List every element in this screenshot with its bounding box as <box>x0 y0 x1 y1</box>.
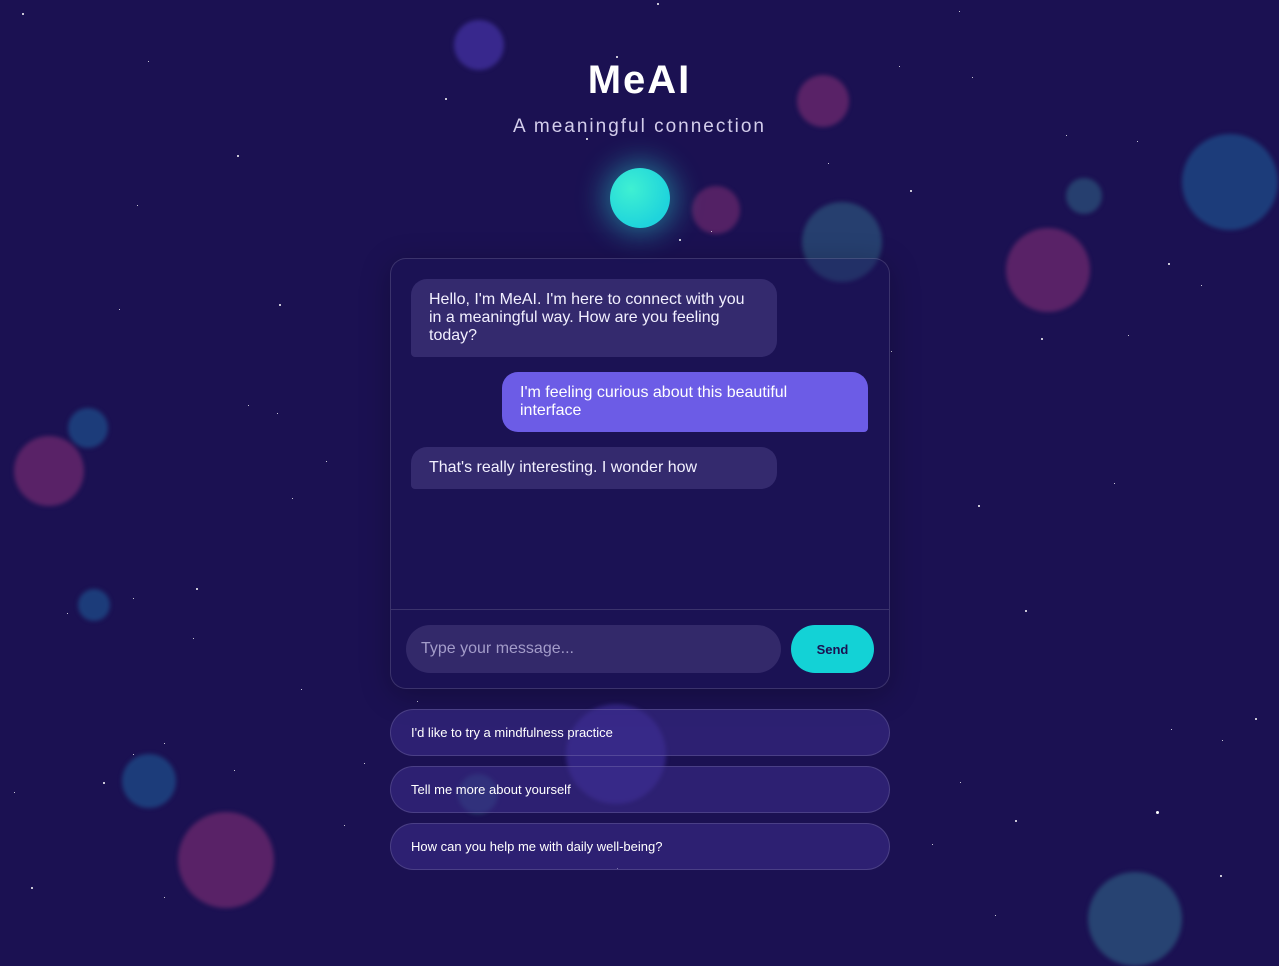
message-input[interactable] <box>406 625 781 673</box>
app-subtitle: A meaningful connection <box>512 116 767 137</box>
send-button[interactable]: Send <box>791 625 874 673</box>
ai-message-bubble: Hello, I'm MeAI. I'm here to connect wit… <box>411 279 777 357</box>
user-message-bubble: I'm feeling curious about this beautiful… <box>502 372 868 432</box>
suggestion-list: I'd like to try a mindfulness practice T… <box>390 709 890 880</box>
suggestion-chip[interactable]: Tell me more about yourself <box>390 766 890 813</box>
suggestion-chip[interactable]: How can you help me with daily well-bein… <box>390 823 890 870</box>
message-list: Hello, I'm MeAI. I'm here to connect wit… <box>391 259 889 609</box>
chat-window: Hello, I'm MeAI. I'm here to connect wit… <box>390 258 890 689</box>
app-title: MeAI <box>587 58 692 102</box>
ai-avatar-orb <box>610 168 670 228</box>
ai-message-bubble: That's really interesting. I wonder how <box>411 447 777 489</box>
suggestion-chip[interactable]: I'd like to try a mindfulness practice <box>390 709 890 756</box>
message-composer: Send <box>391 609 889 688</box>
